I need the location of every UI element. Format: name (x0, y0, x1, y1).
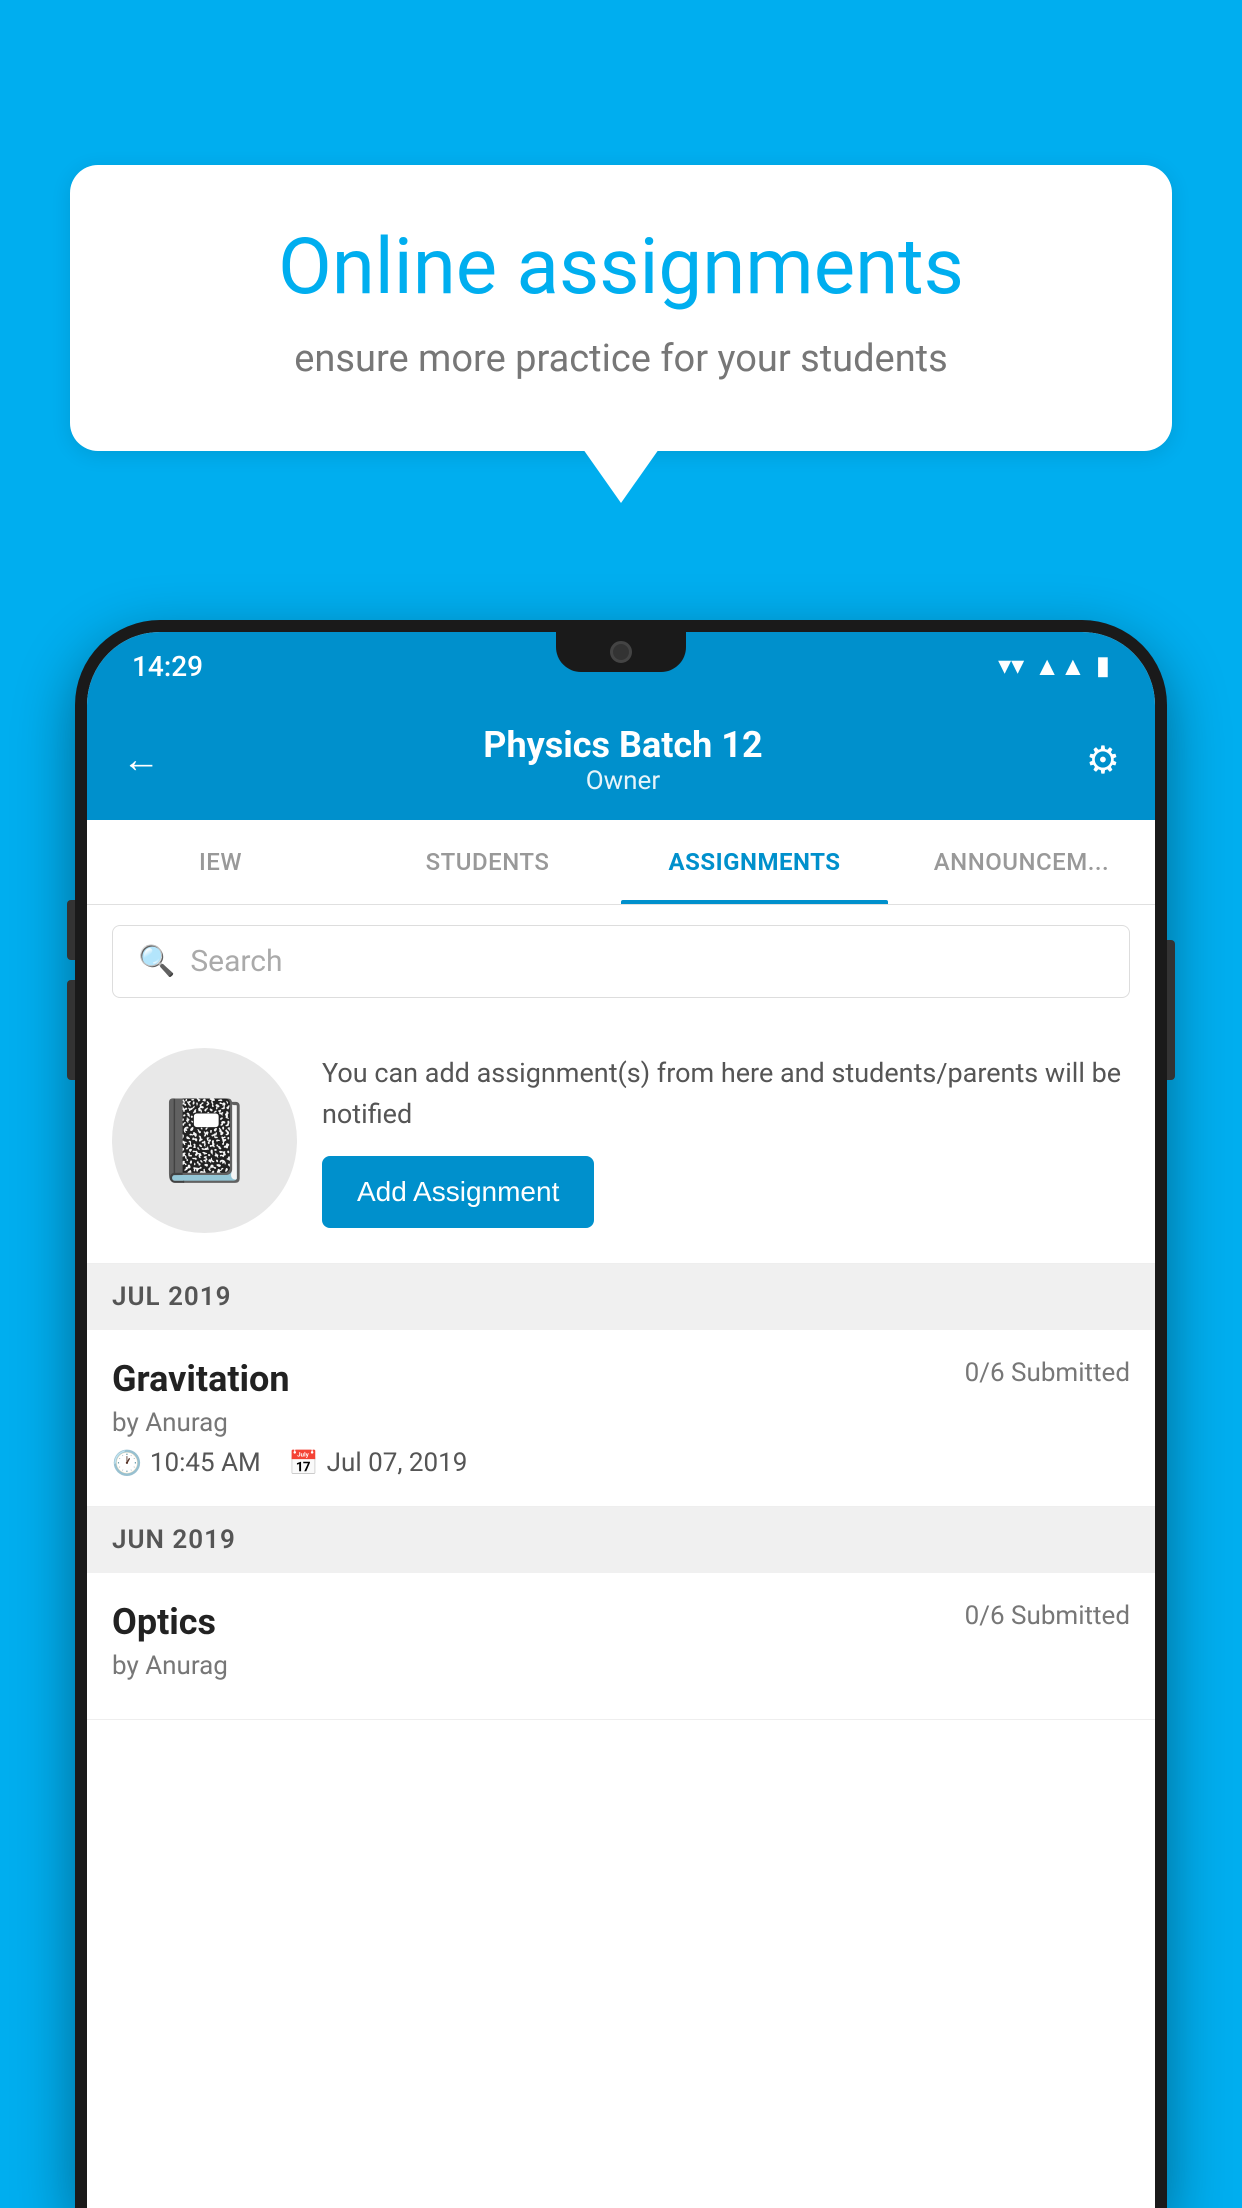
assignment-optics-author: by Anurag (112, 1651, 1130, 1681)
phone-screen: 14:29 ▾▾ ▲▲ ▮ ← Physics Batch 12 Owner ⚙… (87, 632, 1155, 2208)
assignment-gravitation-date-value: Jul 07, 2019 (327, 1448, 468, 1478)
assignment-optics-row1: Optics 0/6 Submitted (112, 1601, 1130, 1643)
assignment-gravitation-name: Gravitation (112, 1358, 290, 1400)
section-header-jul2019: JUL 2019 (87, 1264, 1155, 1330)
tab-assignments-label: ASSIGNMENTS (668, 848, 840, 876)
assignment-optics-name: Optics (112, 1601, 216, 1643)
clock-icon: 🕐 (112, 1449, 142, 1477)
speech-bubble-container: Online assignments ensure more practice … (70, 165, 1172, 451)
assignment-gravitation-submitted: 0/6 Submitted (965, 1358, 1130, 1388)
status-icons: ▾▾ ▲▲ ▮ (998, 651, 1110, 682)
add-assignment-button[interactable]: Add Assignment (322, 1156, 594, 1228)
search-icon: 🔍 (138, 944, 175, 979)
battery-icon: ▮ (1096, 651, 1110, 681)
promo-content: You can add assignment(s) from here and … (322, 1053, 1130, 1228)
app-header: ← Physics Batch 12 Owner ⚙ (87, 700, 1155, 820)
content-area: 🔍 Search 📓 You can add assignment(s) fro… (87, 905, 1155, 2208)
section-label-jun2019: JUN 2019 (112, 1525, 236, 1555)
assignment-optics[interactable]: Optics 0/6 Submitted by Anurag (87, 1573, 1155, 1720)
tabs-bar: IEW STUDENTS ASSIGNMENTS ANNOUNCEM... (87, 820, 1155, 905)
assignment-gravitation-author: by Anurag (112, 1408, 1130, 1438)
volume-up-button (67, 900, 75, 960)
signal-icon: ▲▲ (1034, 651, 1085, 682)
assignment-gravitation[interactable]: Gravitation 0/6 Submitted by Anurag 🕐 10… (87, 1330, 1155, 1507)
search-box[interactable]: 🔍 Search (112, 925, 1130, 998)
power-button (1167, 940, 1175, 1080)
tab-students[interactable]: STUDENTS (354, 820, 621, 904)
assignment-icon-circle: 📓 (112, 1048, 297, 1233)
assignment-optics-submitted: 0/6 Submitted (965, 1601, 1130, 1631)
header-title: Physics Batch 12 (483, 724, 762, 766)
tab-assignments[interactable]: ASSIGNMENTS (621, 820, 888, 904)
assignment-gravitation-time: 🕐 10:45 AM (112, 1448, 261, 1478)
back-button[interactable]: ← (122, 738, 160, 782)
status-time: 14:29 (132, 650, 203, 683)
section-header-jun2019: JUN 2019 (87, 1507, 1155, 1573)
promo-description: You can add assignment(s) from here and … (322, 1053, 1130, 1134)
wifi-icon: ▾▾ (998, 651, 1024, 681)
tab-iew-label: IEW (199, 848, 242, 876)
settings-button[interactable]: ⚙ (1086, 738, 1120, 783)
tab-announcements[interactable]: ANNOUNCEM... (888, 820, 1155, 904)
assignment-gravitation-row1: Gravitation 0/6 Submitted (112, 1358, 1130, 1400)
calendar-icon: 📅 (289, 1449, 319, 1477)
search-container: 🔍 Search (87, 905, 1155, 1018)
assignment-gravitation-time-value: 10:45 AM (150, 1448, 261, 1478)
volume-down-button (67, 980, 75, 1080)
header-center: Physics Batch 12 Owner (483, 724, 762, 796)
speech-bubble-title: Online assignments (140, 225, 1102, 311)
notch (556, 632, 686, 672)
notebook-icon: 📓 (155, 1094, 255, 1188)
tab-students-label: STUDENTS (426, 848, 550, 876)
tab-iew[interactable]: IEW (87, 820, 354, 904)
header-subtitle: Owner (483, 766, 762, 796)
tab-announcements-label: ANNOUNCEM... (934, 848, 1109, 876)
promo-card: 📓 You can add assignment(s) from here an… (87, 1018, 1155, 1264)
section-label-jul2019: JUL 2019 (112, 1282, 232, 1312)
camera-icon (610, 641, 632, 663)
phone-frame: 14:29 ▾▾ ▲▲ ▮ ← Physics Batch 12 Owner ⚙… (75, 620, 1167, 2208)
search-placeholder: Search (190, 944, 282, 979)
speech-bubble-subtitle: ensure more practice for your students (140, 333, 1102, 386)
assignment-gravitation-meta: 🕐 10:45 AM 📅 Jul 07, 2019 (112, 1448, 1130, 1478)
assignment-gravitation-date: 📅 Jul 07, 2019 (289, 1448, 468, 1478)
speech-bubble: Online assignments ensure more practice … (70, 165, 1172, 451)
